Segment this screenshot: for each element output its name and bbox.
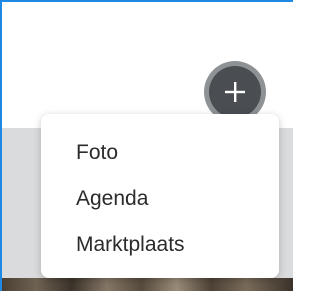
photo-thumbnail bbox=[2, 278, 293, 291]
add-button-inner bbox=[209, 66, 261, 118]
menu-item-agenda[interactable]: Agenda bbox=[41, 176, 279, 222]
plus-icon bbox=[224, 81, 246, 103]
add-menu: Foto Agenda Marktplaats bbox=[41, 114, 279, 278]
menu-item-marktplaats[interactable]: Marktplaats bbox=[41, 222, 279, 268]
menu-item-foto[interactable]: Foto bbox=[41, 130, 279, 176]
